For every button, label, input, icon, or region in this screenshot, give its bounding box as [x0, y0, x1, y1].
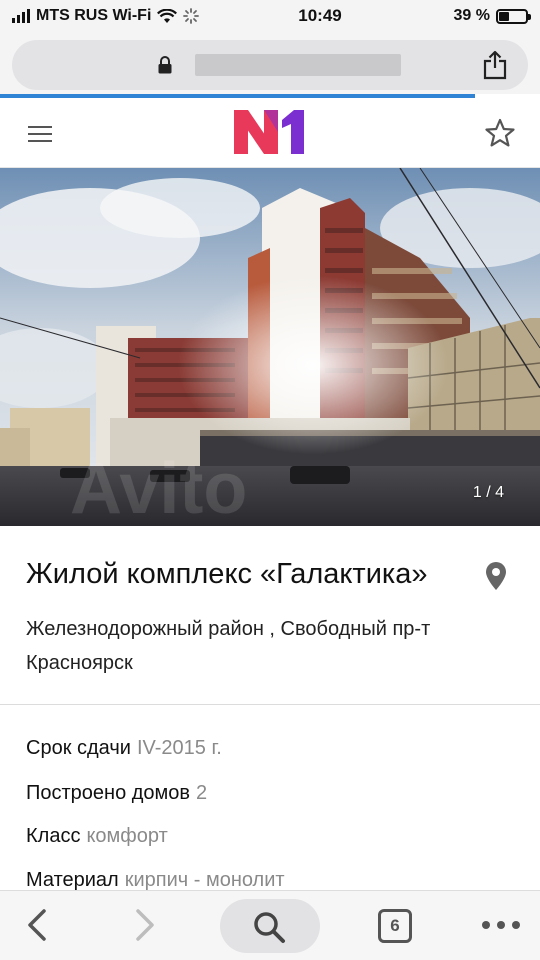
- carrier-label: MTS RUS Wi-Fi: [36, 7, 152, 24]
- favorite-star-icon[interactable]: [485, 118, 515, 148]
- battery-level: [499, 11, 510, 21]
- property-class: Класс комфорт: [26, 825, 168, 848]
- status-bar: MTS RUS Wi-Fi 10:49 39 %: [0, 0, 540, 32]
- address-bar-area: [0, 32, 540, 94]
- property-value: кирпич - монолит: [124, 869, 285, 891]
- tabs-button[interactable]: 6: [378, 909, 412, 943]
- property-material: Материал кирпич - монолит: [26, 869, 285, 892]
- search-button[interactable]: [220, 899, 320, 953]
- status-right: 39 %: [418, 7, 531, 25]
- battery-icon: [496, 8, 531, 24]
- property-label: Материал: [26, 869, 119, 891]
- back-arrow-icon[interactable]: [24, 907, 52, 943]
- status-left: MTS RUS Wi-Fi: [12, 7, 212, 25]
- page-title: Жилой комплекс «Галактика»: [26, 558, 428, 590]
- signal-icon: [12, 9, 30, 23]
- search-icon: [254, 912, 285, 943]
- property-completion: Срок сдачи IV-2015 г.: [26, 737, 222, 760]
- address-bar[interactable]: [12, 40, 528, 90]
- property-value: 2: [196, 782, 208, 804]
- photo-gallery[interactable]: Avito 1 / 4: [0, 168, 540, 526]
- property-value: комфорт: [86, 825, 168, 847]
- property-label: Построено домов: [26, 782, 191, 804]
- n1-logo[interactable]: [234, 110, 306, 154]
- wifi-icon: [157, 8, 178, 23]
- battery-percent: 39 %: [453, 7, 490, 24]
- building-photo: Avito: [0, 168, 540, 526]
- share-icon[interactable]: [482, 50, 508, 80]
- hamburger-menu-icon[interactable]: [28, 126, 52, 142]
- divider: [0, 704, 540, 705]
- browser-toolbar: 6: [0, 890, 540, 960]
- map-pin-icon[interactable]: [484, 561, 508, 591]
- property-value: IV-2015 г.: [136, 737, 222, 759]
- site-header: [0, 98, 540, 168]
- property-houses-built: Построено домов 2: [26, 782, 207, 805]
- loading-spinner-icon: [183, 8, 200, 24]
- address: Железнодорожный район , Свободный пр-т К…: [26, 612, 516, 680]
- photo-counter: 1 / 4: [472, 484, 504, 501]
- property-label: Класс: [26, 825, 81, 847]
- address-line-city: Красноярск: [26, 652, 133, 674]
- url-text-redacted[interactable]: [195, 54, 401, 76]
- more-menu-icon[interactable]: [482, 921, 520, 931]
- lock-icon: [158, 56, 172, 74]
- address-line-district: Железнодорожный район , Свободный пр-т: [26, 618, 431, 640]
- forward-arrow-icon[interactable]: [130, 907, 158, 943]
- property-label: Срок сдачи: [26, 737, 131, 759]
- clock: 10:49: [298, 6, 342, 25]
- svg-text:Avito: Avito: [70, 449, 247, 526]
